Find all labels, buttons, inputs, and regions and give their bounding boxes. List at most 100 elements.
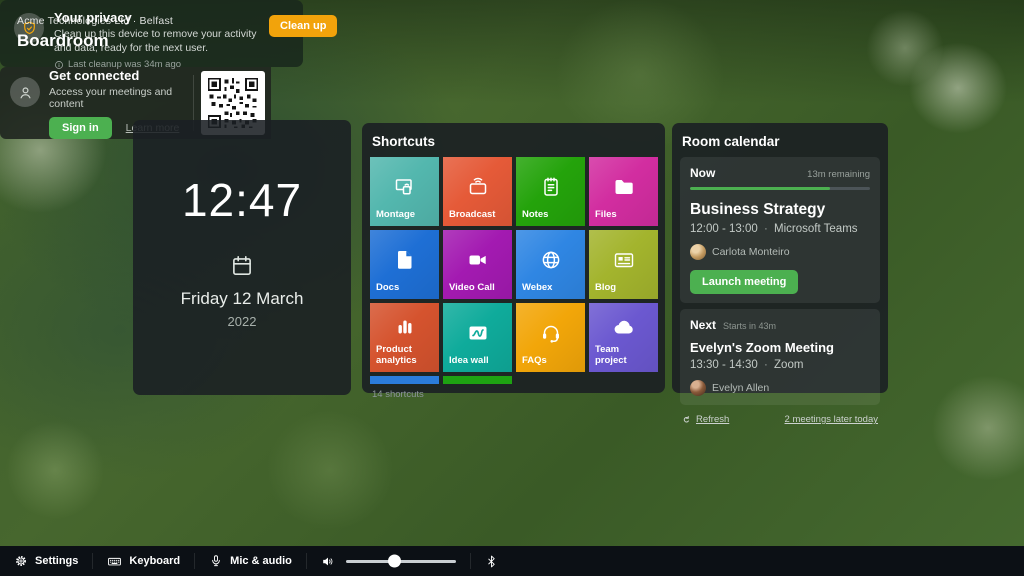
clock-time: 12:47 (182, 173, 302, 227)
keyboard-button[interactable]: Keyboard (93, 546, 194, 576)
meeting-time-range: 12:00 - 13:00 (690, 223, 758, 235)
calendar-icon (229, 253, 255, 279)
organizer-avatar (690, 244, 706, 260)
shortcut-tile-partial[interactable] (370, 376, 439, 384)
shortcut-label: Montage (370, 210, 439, 226)
refresh-label: Refresh (696, 414, 729, 425)
user-silhouette-icon (17, 84, 34, 101)
meeting-platform: Zoom (774, 359, 803, 371)
shortcut-tile-broadcast[interactable]: Broadcast (443, 157, 512, 226)
shortcut-tile-video-call[interactable]: Video Call (443, 230, 512, 299)
shortcut-tile-files[interactable]: Files (589, 157, 658, 226)
next-starts-in: Starts in 43m (723, 321, 776, 331)
next-label: Next (690, 318, 716, 332)
organizer-name: Evelyn Allen (712, 382, 769, 394)
current-meeting-card[interactable]: Now 13m remaining Business Strategy 12:0… (680, 157, 880, 303)
clock-date: Friday 12 March (181, 289, 304, 309)
room-calendar-title: Room calendar (682, 134, 880, 149)
gear-icon (14, 554, 28, 568)
folder-icon (609, 169, 639, 199)
mic-audio-label: Mic & audio (230, 555, 292, 567)
keyboard-icon (107, 554, 122, 569)
launch-meeting-button[interactable]: Launch meeting (690, 270, 798, 294)
shortcut-tile-partial[interactable] (443, 376, 512, 384)
video-camera-icon (463, 242, 493, 272)
next-meeting-card[interactable]: Next Starts in 43m Evelyn's Zoom Meeting… (680, 309, 880, 405)
meeting-separator: · (764, 223, 768, 235)
volume-thumb[interactable] (388, 555, 401, 568)
room-calendar-panel: Room calendar Now 13m remaining Business… (672, 123, 888, 393)
mic-audio-button[interactable]: Mic & audio (195, 546, 306, 576)
home-screen: Acme Technologies Ltd · Belfast Boardroo… (0, 0, 1024, 576)
now-label: Now (690, 166, 715, 180)
shortcut-label: Files (589, 210, 658, 226)
meeting-time-range: 13:30 - 14:30 (690, 359, 758, 371)
location-name: Belfast (140, 15, 174, 27)
breadcrumb-separator: · (133, 15, 137, 27)
meeting-separator: · (764, 359, 768, 371)
taskbar: Settings Keyboard Mic & audio (0, 546, 1024, 576)
sign-in-button[interactable]: Sign in (49, 117, 112, 139)
keyboard-label: Keyboard (129, 555, 180, 567)
shortcuts-count: 14 shortcuts (372, 389, 657, 400)
shortcuts-title: Shortcuts (372, 134, 657, 149)
shortcut-tile-team-project[interactable]: Team project (589, 303, 658, 372)
shortcut-label: Idea wall (443, 356, 512, 372)
shortcut-tile-notes[interactable]: Notes (516, 157, 585, 226)
settings-label: Settings (35, 555, 78, 567)
microphone-icon (209, 554, 223, 568)
shortcut-tile-blog[interactable]: Blog (589, 230, 658, 299)
company-name: Acme Technologies Ltd (17, 15, 130, 27)
shortcut-label: Broadcast (443, 210, 512, 226)
meeting-progress-bar (690, 187, 870, 190)
speaker-icon (321, 554, 336, 569)
organizer-avatar (690, 380, 706, 396)
meeting-time: 13:30 - 14:30 · Zoom (690, 359, 870, 371)
refresh-icon (682, 415, 692, 425)
meeting-organizer: Carlota Monteiro (690, 244, 870, 260)
shortcut-label: Blog (589, 283, 658, 299)
refresh-link[interactable]: Refresh (682, 414, 729, 425)
meeting-time: 12:00 - 13:00 · Microsoft Teams (690, 223, 870, 235)
bar-chart-icon (390, 309, 420, 339)
volume-slider[interactable] (346, 560, 456, 563)
shortcut-tile-faqs[interactable]: FAQs (516, 303, 585, 372)
clock-year: 2022 (228, 314, 257, 329)
meeting-platform: Microsoft Teams (774, 223, 858, 235)
document-icon (390, 242, 420, 272)
shortcut-tile-montage[interactable]: Montage (370, 157, 439, 226)
shortcut-label: Product analytics (370, 345, 439, 372)
header: Acme Technologies Ltd · Belfast Boardroo… (17, 15, 173, 51)
person-icon (10, 77, 40, 107)
bluetooth-button[interactable] (471, 546, 512, 576)
shortcut-label: FAQs (516, 356, 585, 372)
shortcut-tile-idea-wall[interactable]: Idea wall (443, 303, 512, 372)
settings-button[interactable]: Settings (0, 546, 92, 576)
meeting-organizer: Evelyn Allen (690, 380, 870, 396)
time-remaining: 13m remaining (807, 169, 870, 180)
more-meetings-link[interactable]: 2 meetings later today (785, 414, 878, 425)
meeting-title: Business Strategy (690, 201, 870, 219)
room-name: Boardroom (17, 31, 173, 51)
montage-icon (390, 169, 420, 199)
broadcast-icon (463, 169, 493, 199)
shortcut-label: Docs (370, 283, 439, 299)
clock-panel: 12:47 Friday 12 March 2022 (133, 120, 351, 395)
shortcuts-grid: Montage Broadcast Notes (370, 157, 657, 372)
shortcut-label: Webex (516, 283, 585, 299)
globe-icon (536, 242, 566, 272)
shortcuts-panel: Shortcuts Montage Broadcast (362, 123, 665, 393)
volume-control (307, 546, 470, 576)
organizer-name: Carlota Monteiro (712, 246, 790, 258)
headset-icon (536, 315, 566, 345)
shortcut-tile-docs[interactable]: Docs (370, 230, 439, 299)
shortcut-tile-product-analytics[interactable]: Product analytics (370, 303, 439, 372)
clean-up-button[interactable]: Clean up (269, 15, 337, 37)
connect-title: Get connected (49, 68, 186, 83)
shortcut-label: Notes (516, 210, 585, 226)
shortcut-label: Team project (589, 345, 658, 372)
shortcut-tile-webex[interactable]: Webex (516, 230, 585, 299)
connect-subtitle: Access your meetings and content (49, 86, 186, 110)
meeting-title: Evelyn's Zoom Meeting (690, 340, 870, 355)
cloud-icon (609, 309, 639, 339)
